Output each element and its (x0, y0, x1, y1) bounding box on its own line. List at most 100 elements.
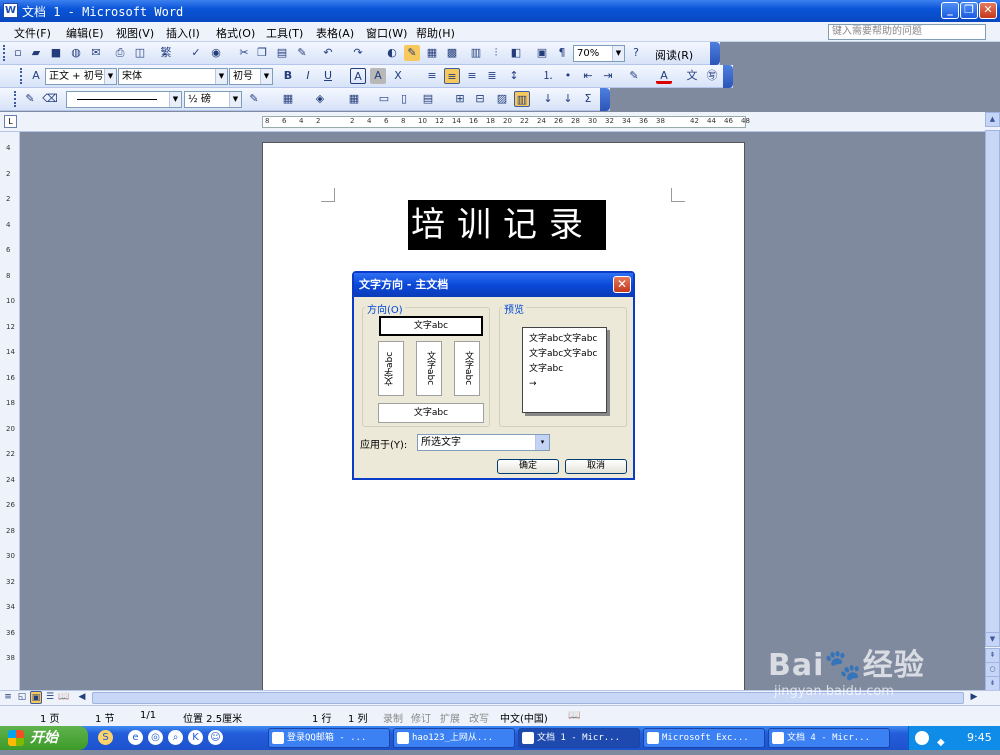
new-icon[interactable]: ▫ (10, 45, 26, 61)
eraser-icon[interactable]: ⌫ (42, 91, 58, 107)
font-color-icon[interactable]: A (656, 68, 672, 84)
spelling-status-icon[interactable]: 📖 (568, 710, 580, 721)
undo-icon[interactable]: ↶ (320, 45, 336, 61)
menu-table[interactable]: 表格(A) (316, 25, 354, 41)
prev-page-icon[interactable]: ⇞ (985, 648, 1000, 663)
insert-table-icon[interactable]: ▦ (346, 91, 362, 107)
scroll-right-icon[interactable]: ▶ (968, 691, 980, 704)
toolbar-options-icon[interactable] (710, 42, 720, 65)
menu-view[interactable]: 视图(V) (116, 25, 154, 41)
minimize-button[interactable]: _ (941, 2, 959, 19)
browse-object-icon[interactable]: ○ (985, 662, 1000, 677)
toolbar-grip[interactable] (20, 68, 23, 84)
status-overtype[interactable]: 改写 (469, 710, 489, 725)
spelling-icon[interactable]: ✓ (188, 45, 204, 61)
bold-icon[interactable]: B (280, 68, 296, 84)
italic-icon[interactable]: I (300, 68, 316, 84)
split-cells-icon[interactable]: ▯ (396, 91, 412, 107)
copy-icon[interactable]: ❐ (254, 45, 270, 61)
reading-view-icon[interactable]: 📖 (58, 691, 70, 704)
paste-icon[interactable]: ▤ (274, 45, 290, 61)
taskbar-item-qqmail[interactable]: 登录QQ邮箱 - ... (268, 728, 390, 748)
permission-icon[interactable]: ◍ (68, 45, 84, 61)
insert-table-icon[interactable]: ▦ (424, 45, 440, 61)
horizontal-ruler[interactable]: L 8 6 4 2 2 4 6 8 10 12 14 16 18 20 22 24 26 28 30 32 34 36 38… (0, 112, 1000, 132)
ie-icon[interactable]: e (128, 730, 143, 745)
menu-file[interactable]: 文件(F) (14, 25, 51, 41)
distribute-rows-icon[interactable]: ⊞ (452, 91, 468, 107)
menu-tools[interactable]: 工具(T) (266, 25, 303, 41)
ok-button[interactable]: 确定 (497, 459, 559, 474)
line-weight-select[interactable]: ½ 磅 ▼ (184, 91, 242, 108)
scroll-left-icon[interactable]: ◀ (76, 691, 88, 704)
restore-button[interactable]: ❐ (960, 2, 978, 19)
taskbar-item-word4[interactable]: 文档 4 - Micr... (768, 728, 890, 748)
increase-indent-icon[interactable]: ⇥ (600, 68, 616, 84)
outline-view-icon[interactable]: ☰ (44, 691, 56, 704)
web-view-icon[interactable]: ◱ (16, 691, 28, 704)
apply-to-select[interactable]: 所选文字 ▾ (417, 434, 550, 451)
autosum-icon[interactable]: Σ (580, 91, 596, 107)
orientation-rotated-option[interactable]: 文字abc (378, 403, 484, 423)
style-select[interactable]: 正文 + 初号 ▼ (45, 68, 117, 85)
align-justify-icon[interactable]: ≡ (424, 68, 440, 84)
text-direction-icon[interactable]: ▥ (514, 91, 530, 107)
vertical-ruler[interactable]: 4 2 2 4 6 8 10 12 14 16 18 20 22 24 26 28 30 32 34 36 38 (0, 132, 20, 690)
status-track[interactable]: 修订 (411, 710, 431, 725)
char-shading-icon[interactable]: A (370, 68, 386, 84)
normal-view-icon[interactable]: ≡ (2, 691, 14, 704)
orientation-vertical-left-option[interactable]: 文字abc (378, 341, 404, 396)
next-page-icon[interactable]: ⇟ (985, 676, 1000, 691)
traditional-chinese-icon[interactable]: 繁 (158, 45, 174, 61)
shading-color-icon[interactable]: ◈ (312, 91, 328, 107)
enclose-char-icon[interactable]: ㊢ (704, 68, 720, 84)
hyperlink-icon[interactable]: ◐ (384, 45, 400, 61)
numbering-icon[interactable]: ⒈ (540, 68, 556, 84)
close-button[interactable]: ✕ (979, 2, 997, 19)
taskbar-item-word1[interactable]: 文档 1 - Micr... (518, 728, 640, 748)
chat-icon[interactable]: ☺ (208, 730, 223, 745)
vertical-scrollbar[interactable]: ▲ ▼ ⇞ ○ ⇟ (985, 112, 1000, 691)
menu-edit[interactable]: 编辑(E) (66, 25, 104, 41)
decrease-indent-icon[interactable]: ⇤ (580, 68, 596, 84)
orientation-horizontal-option[interactable]: 文字abc (379, 316, 483, 336)
search-icon[interactable]: ⌕ (168, 730, 183, 745)
align-right-icon[interactable]: ≡ (464, 68, 480, 84)
document-map2-icon[interactable]: ▣ (534, 45, 550, 61)
drawing-icon[interactable]: ⫶ (488, 45, 504, 61)
toolbar-grip[interactable] (3, 45, 6, 61)
redo-icon[interactable]: ↷ (350, 45, 366, 61)
font-select[interactable]: 宋体 ▼ (118, 68, 228, 85)
draw-table-icon[interactable]: ✎ (22, 91, 38, 107)
zoom-select[interactable]: 70% ▼ (573, 45, 625, 62)
document-map-icon[interactable]: ◧ (508, 45, 524, 61)
print-layout-icon[interactable]: ▣ (30, 691, 42, 704)
scroll-up-icon[interactable]: ▲ (985, 112, 1000, 127)
menu-insert[interactable]: 插入(I) (166, 25, 200, 41)
help-icon[interactable]: ? (628, 45, 644, 61)
word-app-icon[interactable]: W (3, 3, 18, 18)
open-icon[interactable]: ▰ (28, 45, 44, 61)
toolbar-options-icon[interactable] (723, 65, 733, 88)
orientation-vertical-stacked-option[interactable]: 文字abc (416, 341, 442, 396)
toolbar-grip[interactable] (14, 91, 17, 107)
research-icon[interactable]: ◉ (208, 45, 224, 61)
status-record[interactable]: 录制 (383, 710, 403, 725)
help-search-input[interactable]: 键入需要帮助的问题 (828, 24, 986, 40)
insert-excel-icon[interactable]: ▩ (444, 45, 460, 61)
char-scale-icon[interactable]: X (390, 68, 406, 84)
browser-icon[interactable]: ◎ (148, 730, 163, 745)
scroll-down-icon[interactable]: ▼ (985, 632, 1000, 647)
tab-stop-selector[interactable]: L (4, 115, 17, 128)
distributed-icon[interactable]: ≣ (484, 68, 500, 84)
tables-borders-icon[interactable]: ✎ (404, 45, 420, 61)
cancel-button[interactable]: 取消 (565, 459, 627, 474)
menu-window[interactable]: 窗口(W) (366, 25, 407, 41)
columns-icon[interactable]: ▥ (468, 45, 484, 61)
orientation-vertical-right-option[interactable]: 文字abc (454, 341, 480, 396)
taskbar-item-excel[interactable]: Microsoft Exc... (643, 728, 765, 748)
print-icon[interactable]: ⎙ (112, 45, 128, 61)
char-border-icon[interactable]: A (350, 68, 366, 84)
read-mode-button[interactable]: 阅读(R) (655, 47, 693, 63)
border-color-icon[interactable]: ✎ (246, 91, 262, 107)
